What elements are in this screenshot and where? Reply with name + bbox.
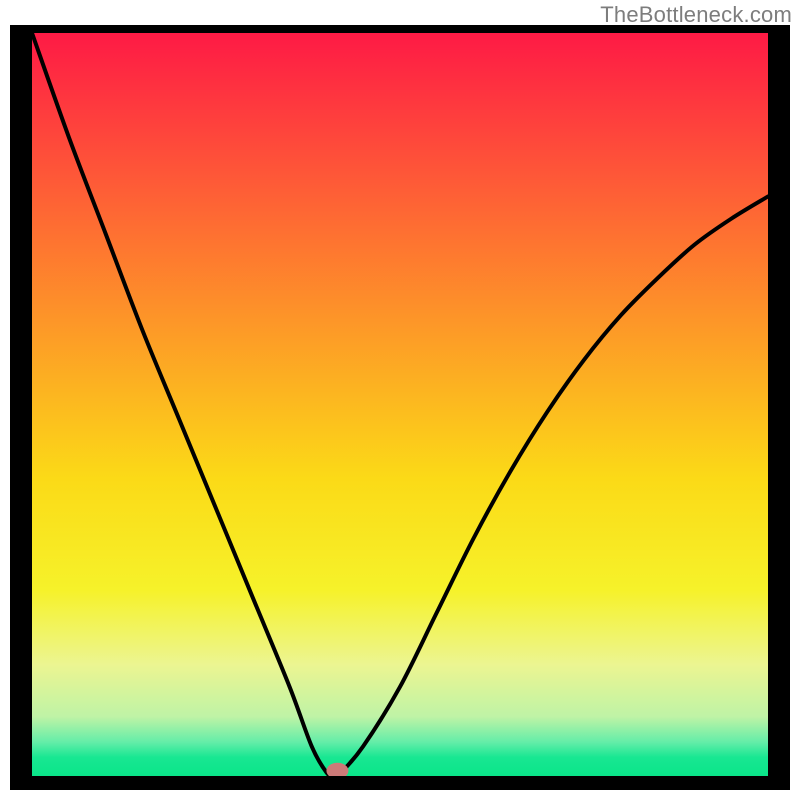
chart-container: TheBottleneck.com: [0, 0, 800, 800]
watermark-text: TheBottleneck.com: [600, 2, 792, 28]
bottleneck-chart: [0, 0, 800, 800]
chart-background: [32, 33, 768, 776]
